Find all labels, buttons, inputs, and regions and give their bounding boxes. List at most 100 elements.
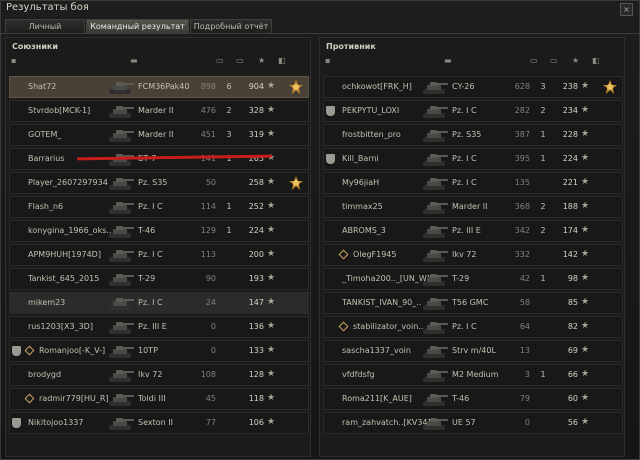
table-row[interactable]: Stvrdob[MCK-1] Marder II 476 2 328 ★ xyxy=(9,100,309,122)
table-row[interactable]: Kill_Barni Pz. I C 395 1 224 ★ xyxy=(323,148,623,170)
battle-results-window: Результаты боя × Личный результат Команд… xyxy=(0,0,640,460)
sort-xp-icon[interactable]: ★ xyxy=(258,56,265,65)
xp-value: 82 xyxy=(567,322,578,331)
medal-icon[interactable] xyxy=(288,79,304,95)
sort-kills-icon[interactable]: ▭ xyxy=(550,56,558,65)
table-row[interactable]: frostbitten_pro Pz. S35 387 1 228 ★ xyxy=(323,124,623,146)
tab-team-result[interactable]: Командный результат xyxy=(86,19,189,33)
kills-value: 1 xyxy=(540,154,546,163)
sort-medal-icon[interactable]: ◧ xyxy=(278,56,286,65)
table-row[interactable]: stabilizator_voin.. Pz. I C 64 82 ★ xyxy=(323,316,623,338)
tab-personal-result[interactable]: Личный результат xyxy=(5,19,85,45)
kills-value: 1 xyxy=(540,370,546,379)
tank-icon xyxy=(106,319,136,336)
damage-value: 108 xyxy=(200,370,216,379)
tab-detailed-report[interactable]: Подробный отчёт xyxy=(190,19,272,33)
table-row[interactable]: Romanjoo[-K_V-] 10TP 0 133 ★ xyxy=(9,340,309,362)
table-row[interactable]: vfdfdsfg M2 Medium 3 1 66 ★ xyxy=(323,364,623,386)
vehicle-name: Ikv 72 xyxy=(452,250,477,259)
kills-value: 6 xyxy=(226,82,232,91)
table-row[interactable]: konygina_1966_oks.. T-46 129 1 224 ★ xyxy=(9,220,309,242)
tank-icon xyxy=(106,175,136,192)
damage-value: 368 xyxy=(514,202,530,211)
sort-badge-icon[interactable]: ▪ xyxy=(325,56,330,65)
table-row[interactable]: Roma211[K_AUE] T-46 79 60 ★ xyxy=(323,388,623,410)
tank-icon xyxy=(420,103,450,120)
player-name: PEKPYTU_LOXI xyxy=(342,106,400,115)
table-row[interactable]: My96jiaH Pz. I C 135 221 ★ xyxy=(323,172,623,194)
tank-icon xyxy=(420,319,450,336)
tank-icon xyxy=(420,151,450,168)
table-row[interactable]: Flash_n6 Pz. I C 114 1 252 ★ xyxy=(9,196,309,218)
player-name: My96jiaH xyxy=(342,178,380,187)
table-row[interactable]: sascha1337_voin Strv m/40L 13 69 ★ xyxy=(323,340,623,362)
kills-value: 3 xyxy=(540,82,546,91)
table-row[interactable]: _Timoha200.._[UN_W] T-29 42 1 98 ★ xyxy=(323,268,623,290)
xp-value: 98 xyxy=(567,274,578,283)
vehicle-name: T-46 xyxy=(138,226,156,235)
table-row[interactable]: Player_2607297934 Pz. S35 50 258 ★ xyxy=(9,172,309,194)
sort-kills-icon[interactable]: ▭ xyxy=(236,56,244,65)
xp-value: 66 xyxy=(567,370,578,379)
tank-icon xyxy=(420,79,450,96)
player-name: Roma211[K_AUE] xyxy=(342,394,412,403)
table-row[interactable]: ram_zahvatch..[KV34] UE 57 0 56 ★ xyxy=(323,412,623,434)
table-row[interactable]: TANKIST_IVAN_90_.. T56 GMC 58 85 ★ xyxy=(323,292,623,314)
medal-icon[interactable] xyxy=(602,79,618,95)
vehicle-name: Ikv 72 xyxy=(138,370,163,379)
player-name: ABROMS_3 xyxy=(342,226,386,235)
xp-value: 106 xyxy=(248,418,264,427)
tank-icon xyxy=(420,175,450,192)
player-name: frostbitten_pro xyxy=(342,130,401,139)
star-icon: ★ xyxy=(267,249,276,259)
star-icon: ★ xyxy=(581,177,590,187)
star-icon: ★ xyxy=(267,177,276,187)
close-button[interactable]: × xyxy=(620,3,633,16)
damage-value: 898 xyxy=(200,82,216,91)
table-row[interactable]: brodygd Ikv 72 108 128 ★ xyxy=(9,364,309,386)
sort-damage-icon[interactable]: ▭ xyxy=(216,56,224,65)
tank-icon xyxy=(106,343,136,360)
table-row[interactable]: rus1203[X3_3D] Pz. III E 0 136 ★ xyxy=(9,316,309,338)
tank-icon xyxy=(106,391,136,408)
star-icon: ★ xyxy=(267,225,276,235)
table-row[interactable]: ABROMS_3 Pz. III E 342 2 174 ★ xyxy=(323,220,623,242)
star-icon: ★ xyxy=(267,81,276,91)
table-row[interactable]: APM9HUH[1974D] Pz. I C 113 200 ★ xyxy=(9,244,309,266)
tank-icon xyxy=(420,223,450,240)
medal-icon[interactable] xyxy=(288,175,304,191)
tank-icon xyxy=(420,391,450,408)
table-row[interactable]: Tankist_645_2015 T-29 90 193 ★ xyxy=(9,268,309,290)
table-row[interactable]: timmax25 Marder II 368 2 188 ★ xyxy=(323,196,623,218)
table-row[interactable]: PEKPYTU_LOXI Pz. I C 282 2 234 ★ xyxy=(323,100,623,122)
table-row[interactable]: ochkowot[FRK_H] CY-26 628 3 238 ★ xyxy=(323,76,623,98)
player-name: Nikitojoo1337 xyxy=(28,418,84,427)
sort-damage-icon[interactable]: ▭ xyxy=(530,56,538,65)
xp-value: 238 xyxy=(562,82,578,91)
table-row[interactable]: radmir779[HU_R] Toldi III 45 118 ★ xyxy=(9,388,309,410)
player-name: GOTEM_ xyxy=(28,130,62,139)
player-name: APM9HUH[1974D] xyxy=(28,250,101,259)
star-icon: ★ xyxy=(581,297,590,307)
vehicle-name: Marder II xyxy=(138,106,174,115)
kills-value: 2 xyxy=(540,202,546,211)
table-row[interactable]: Shat72 FCM36Pak40 898 6 904 ★ xyxy=(9,76,309,98)
xp-value: 142 xyxy=(562,250,578,259)
sort-vehicle-icon[interactable]: ▬ xyxy=(444,56,452,65)
enemies-column-header[interactable]: ▪ ▬ ▭ ▭ ★ ◧ xyxy=(320,56,624,68)
vehicle-name: Pz. III E xyxy=(452,226,481,235)
sort-xp-icon[interactable]: ★ xyxy=(572,56,579,65)
sort-vehicle-icon[interactable]: ▬ xyxy=(130,56,138,65)
xp-value: 193 xyxy=(248,274,264,283)
table-row[interactable]: GOTEM_ Marder II 451 3 319 ★ xyxy=(9,124,309,146)
allies-column-header[interactable]: ▪ ▬ ▭ ▭ ★ ◧ xyxy=(6,56,310,68)
damage-value: 628 xyxy=(514,82,530,91)
xp-value: 904 xyxy=(248,82,264,91)
sort-medal-icon[interactable]: ◧ xyxy=(592,56,600,65)
table-row[interactable]: OlegF1945 Ikv 72 332 142 ★ xyxy=(323,244,623,266)
platoon-diamond-icon xyxy=(24,345,35,356)
table-row[interactable]: mikem23 Pz. I C 24 147 ★ xyxy=(9,292,309,314)
player-name: konygina_1966_oks.. xyxy=(28,226,112,235)
table-row[interactable]: Nikitojoo1337 Sexton II 77 106 ★ xyxy=(9,412,309,434)
sort-badge-icon[interactable]: ▪ xyxy=(11,56,16,65)
